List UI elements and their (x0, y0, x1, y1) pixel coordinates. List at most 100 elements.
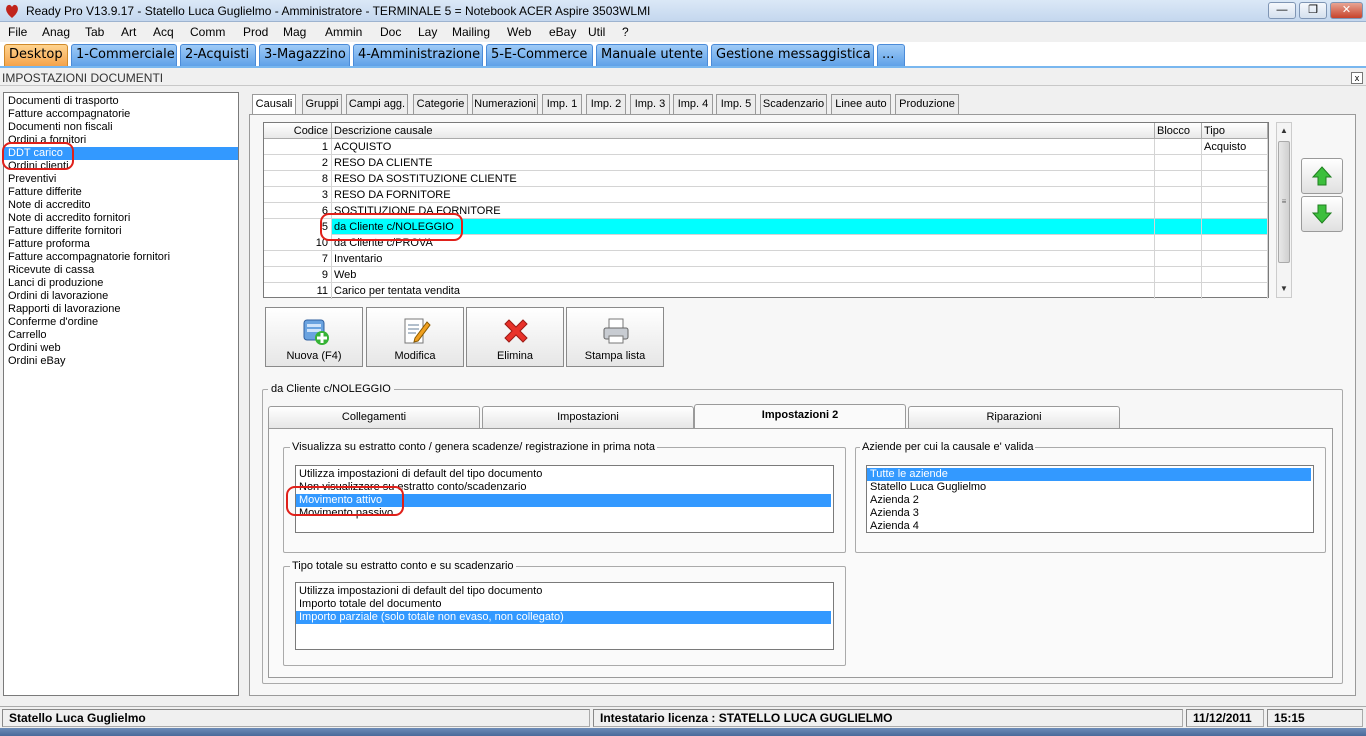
close-button[interactable]: ✕ (1330, 2, 1363, 19)
move-up-button[interactable] (1301, 158, 1343, 194)
column-header-descrizione[interactable]: Descrizione causale (332, 123, 1155, 139)
tab-desktop[interactable]: Desktop (4, 44, 68, 66)
list-item[interactable]: Ricevute di cassa (7, 264, 237, 277)
table-row[interactable]: 7 Inventario (264, 251, 1268, 267)
list-item[interactable]: Conferme d'ordine (7, 316, 237, 329)
tab-imp-4[interactable]: Imp. 4 (673, 94, 713, 114)
tab-imp-3[interactable]: Imp. 3 (630, 94, 670, 114)
tab-gestione-messaggistica[interactable]: Gestione messaggistica (711, 44, 874, 66)
list-item-selected[interactable]: Tutte le aziende (867, 468, 1311, 481)
menu-tab[interactable]: Tab (85, 25, 104, 39)
tab-imp-5[interactable]: Imp. 5 (716, 94, 756, 114)
section-close-button[interactable]: x (1351, 72, 1363, 84)
tab-imp-1[interactable]: Imp. 1 (542, 94, 582, 114)
menu-file[interactable]: File (8, 25, 27, 39)
tab-linee-auto[interactable]: Linee auto (831, 94, 891, 114)
list-item[interactable]: Fatture differite (7, 186, 237, 199)
edit-button[interactable]: Modifica (366, 307, 464, 367)
list-item[interactable]: Fatture differite fornitori (7, 225, 237, 238)
list-item[interactable]: Azienda 4 (869, 520, 1311, 533)
tab-imp-2[interactable]: Imp. 2 (586, 94, 626, 114)
menu-acq[interactable]: Acq (153, 25, 174, 39)
menu-art[interactable]: Art (121, 25, 136, 39)
list-item[interactable]: Documenti di trasporto (7, 95, 237, 108)
tab-scadenzario[interactable]: Scadenzario (760, 94, 827, 114)
tab-commerciale[interactable]: 1-Commerciale (71, 44, 177, 66)
grid-scrollbar[interactable]: ▲ ≡ ▼ (1276, 122, 1292, 298)
menu-ammin[interactable]: Ammin (325, 25, 362, 39)
table-row[interactable]: 8 RESO DA SOSTITUZIONE CLIENTE (264, 171, 1268, 187)
list-item[interactable]: Fatture accompagnatorie fornitori (7, 251, 237, 264)
scroll-up-icon[interactable]: ▲ (1277, 124, 1291, 138)
cell-codice: 1 (264, 139, 332, 155)
list-item[interactable]: Ordini eBay (7, 355, 237, 368)
table-row[interactable]: 3 RESO DA FORNITORE (264, 187, 1268, 203)
tab-impostazioni-2[interactable]: Impostazioni 2 (694, 404, 906, 429)
tab-riparazioni[interactable]: Riparazioni (908, 406, 1120, 428)
new-button[interactable]: Nuova (F4) (265, 307, 363, 367)
list-item[interactable]: Fatture accompagnatorie (7, 108, 237, 121)
list-item-selected[interactable]: Importo parziale (solo totale non evaso,… (296, 611, 831, 624)
tab-campi-agg[interactable]: Campi agg. (346, 94, 408, 114)
menu-util[interactable]: Util (588, 25, 605, 39)
list-item[interactable]: Lanci di produzione (7, 277, 237, 290)
tab-more[interactable]: ... (877, 44, 905, 66)
tab-ecommerce[interactable]: 5-E-Commerce (486, 44, 593, 66)
list-item[interactable]: Carrello (7, 329, 237, 342)
aziende-listbox[interactable]: Tutte le aziende Statello Luca Guglielmo… (866, 465, 1314, 533)
menu-comm[interactable]: Comm (190, 25, 225, 39)
list-item[interactable]: Ordini web (7, 342, 237, 355)
document-type-list[interactable]: Documenti di trasporto Fatture accompagn… (3, 92, 239, 696)
tab-amministrazione[interactable]: 4-Amministrazione (353, 44, 483, 66)
list-item[interactable]: Utilizza impostazioni di default del tip… (298, 585, 831, 598)
table-row[interactable]: 11 Carico per tentata vendita (264, 283, 1268, 299)
tab-manuale-utente[interactable]: Manuale utente (596, 44, 708, 66)
column-header-tipo[interactable]: Tipo (1202, 123, 1268, 139)
scroll-down-icon[interactable]: ▼ (1277, 282, 1291, 296)
scroll-thumb[interactable]: ≡ (1278, 141, 1290, 263)
menu-doc[interactable]: Doc (380, 25, 401, 39)
minimize-button[interactable]: — (1268, 2, 1296, 19)
list-item[interactable]: Importo totale del documento (298, 598, 831, 611)
tab-causali[interactable]: Causali (252, 94, 296, 115)
tab-acquisti[interactable]: 2-Acquisti (180, 44, 256, 66)
table-row[interactable]: 1 ACQUISTO Acquisto (264, 139, 1268, 155)
restore-button[interactable]: ❐ (1299, 2, 1327, 19)
tab-collegamenti[interactable]: Collegamenti (268, 406, 480, 428)
restore-icon: ❐ (1308, 4, 1318, 16)
list-item[interactable]: Azienda 3 (869, 507, 1311, 520)
list-item[interactable]: Rapporti di lavorazione (7, 303, 237, 316)
list-item[interactable]: Ordini di lavorazione (7, 290, 237, 303)
list-item[interactable]: Note di accredito fornitori (7, 212, 237, 225)
tab-impostazioni[interactable]: Impostazioni (482, 406, 694, 428)
table-row[interactable]: 2 RESO DA CLIENTE (264, 155, 1268, 171)
menu-prod[interactable]: Prod (243, 25, 268, 39)
column-header-codice[interactable]: Codice (264, 123, 332, 139)
list-item[interactable]: Preventivi (7, 173, 237, 186)
move-down-button[interactable] (1301, 196, 1343, 232)
causali-grid[interactable]: Codice Descrizione causale Blocco Tipo 1… (263, 122, 1269, 299)
menu-anag[interactable]: Anag (42, 25, 70, 39)
tab-categorie[interactable]: Categorie (413, 94, 468, 114)
tipo-totale-listbox[interactable]: Utilizza impostazioni di default del tip… (295, 582, 834, 650)
tab-magazzino[interactable]: 3-Magazzino (259, 44, 350, 66)
column-header-blocco[interactable]: Blocco (1155, 123, 1202, 139)
list-item[interactable]: Fatture proforma (7, 238, 237, 251)
menu-mag[interactable]: Mag (283, 25, 306, 39)
delete-button[interactable]: Elimina (466, 307, 564, 367)
table-row[interactable]: 9 Web (264, 267, 1268, 283)
list-item[interactable]: Note di accredito (7, 199, 237, 212)
menu-mailing[interactable]: Mailing (452, 25, 490, 39)
menu-web[interactable]: Web (507, 25, 531, 39)
menu-ebay[interactable]: eBay (549, 25, 576, 39)
menu-lay[interactable]: Lay (418, 25, 437, 39)
menu-help[interactable]: ? (622, 25, 629, 39)
list-item[interactable]: Azienda 2 (869, 494, 1311, 507)
tab-numerazioni[interactable]: Numerazioni (472, 94, 538, 114)
list-item[interactable]: Statello Luca Guglielmo (869, 481, 1311, 494)
tab-gruppi[interactable]: Gruppi (302, 94, 342, 114)
tab-produzione[interactable]: Produzione (895, 94, 959, 114)
list-item[interactable]: Utilizza impostazioni di default del tip… (298, 468, 831, 481)
print-list-button[interactable]: Stampa lista (566, 307, 664, 367)
list-item[interactable]: Documenti non fiscali (7, 121, 237, 134)
